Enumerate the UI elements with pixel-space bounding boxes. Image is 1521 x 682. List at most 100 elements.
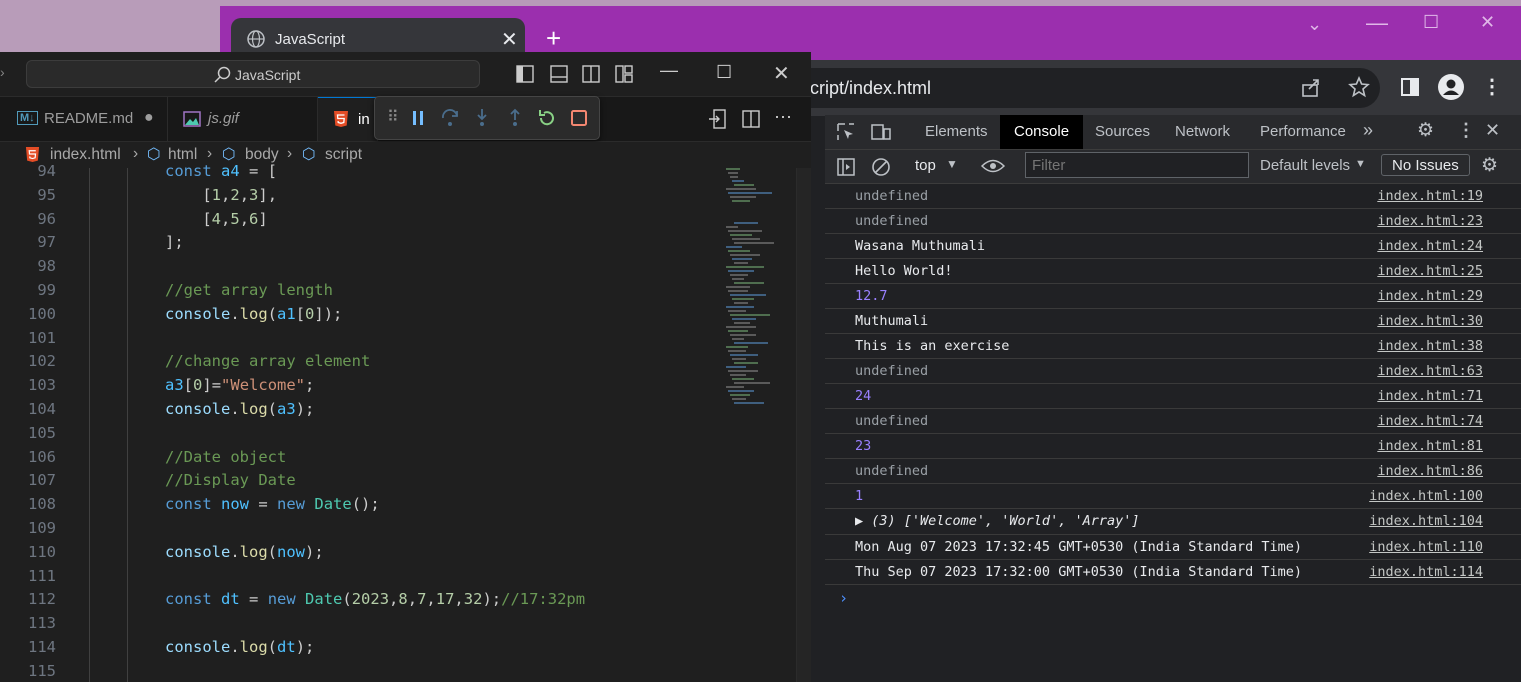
sidebar-toggle-icon[interactable] (837, 158, 855, 176)
minimap-line (730, 254, 760, 256)
open-preview-icon[interactable] (708, 109, 726, 129)
console-source-link[interactable]: index.html:114 (1369, 564, 1483, 580)
console-source-link[interactable]: index.html:74 (1377, 413, 1483, 429)
vscode-minimize-icon[interactable]: — (660, 60, 678, 81)
minimap-line (730, 334, 756, 336)
editor-scrollbar[interactable] (796, 168, 811, 682)
tab-index-html[interactable]: in (318, 97, 378, 141)
vscode-close-icon[interactable]: ✕ (773, 61, 790, 86)
console-filter-input[interactable] (1025, 152, 1249, 178)
console-source-link[interactable]: index.html:86 (1377, 463, 1483, 479)
console-source-link[interactable]: index.html:110 (1369, 539, 1483, 555)
code-editor[interactable]: 94 const a4 = [95 [1,2,3], 96 [4,5,6] 97]; 9… (0, 162, 811, 682)
profile-avatar-icon[interactable] (1437, 73, 1465, 101)
pause-icon[interactable] (411, 110, 425, 126)
line-number: 105 (28, 423, 56, 442)
split-editor-icon[interactable] (742, 110, 760, 128)
console-source-link[interactable]: index.html:25 (1377, 263, 1483, 279)
tab-console[interactable]: Console (1000, 115, 1084, 149)
console-message: undefined index.html:19 (825, 184, 1521, 209)
minimize-icon[interactable]: — (1366, 10, 1388, 36)
minimap[interactable] (726, 168, 796, 468)
new-tab-button[interactable]: + (546, 24, 561, 52)
tab-js-gif[interactable]: js.gif (168, 97, 318, 141)
console-message: Muthumali index.html:30 (825, 309, 1521, 334)
console-messages: undefined index.html:19 undefined index.htm… (825, 184, 1521, 609)
toggle-primary-sidebar-icon[interactable] (516, 65, 534, 83)
step-into-icon[interactable] (473, 108, 491, 128)
restart-icon[interactable] (537, 108, 557, 128)
minimap-line (734, 302, 748, 304)
command-center-text: JavaScript (235, 67, 301, 83)
console-prompt[interactable]: › (825, 585, 1521, 609)
line-number: 104 (28, 400, 56, 418)
minimap-line (726, 188, 756, 190)
devtools-more-icon[interactable]: ⋮ (1457, 120, 1475, 141)
unsaved-dot-icon[interactable]: ● (144, 109, 154, 127)
console-source-link[interactable]: index.html:81 (1377, 438, 1483, 454)
side-panel-icon[interactable] (1399, 76, 1421, 98)
tab-elements[interactable]: Elements (925, 123, 988, 140)
step-over-icon[interactable] (440, 108, 460, 128)
console-source-link[interactable]: index.html:38 (1377, 338, 1483, 354)
console-source-link[interactable]: index.html:23 (1377, 213, 1483, 229)
console-source-link[interactable]: index.html:29 (1377, 288, 1483, 304)
console-message[interactable]: ▶ (3) ['Welcome', 'World', 'Array'] index… (825, 509, 1521, 535)
close-tab-icon[interactable]: ✕ (501, 27, 518, 52)
nav-forward-icon[interactable]: › (0, 64, 5, 80)
code-line: 94 const a4 = [ (0, 162, 720, 186)
command-center[interactable]: JavaScript (26, 60, 480, 88)
context-selector[interactable]: top (915, 157, 936, 174)
code-text: [4,5,6] (165, 209, 268, 228)
console-source-link[interactable]: index.html:100 (1369, 488, 1483, 504)
console-source-link[interactable]: index.html:19 (1377, 188, 1483, 204)
minimap-line (732, 180, 744, 182)
line-number: 109 (28, 519, 56, 537)
bookmark-star-icon[interactable] (1348, 76, 1370, 98)
stop-icon[interactable] (570, 109, 588, 127)
clear-console-icon[interactable] (871, 157, 891, 177)
console-message: undefined index.html:74 (825, 409, 1521, 434)
drag-handle-icon[interactable]: ⠿ (387, 107, 399, 127)
log-levels-dropdown[interactable]: Default levels (1260, 157, 1350, 174)
console-message-text: Mon Aug 07 2023 17:32:45 GMT+0530 (India… (855, 539, 1303, 555)
minimap-line (726, 346, 748, 348)
more-tabs-icon[interactable]: » (1363, 120, 1373, 141)
console-settings-gear-icon[interactable]: ⚙ (1481, 154, 1498, 177)
vscode-maximize-icon[interactable]: ☐ (716, 62, 732, 83)
browser-tab-title: JavaScript (275, 31, 346, 48)
settings-gear-icon[interactable]: ⚙ (1417, 119, 1434, 142)
tab-network[interactable]: Network (1175, 123, 1230, 140)
device-toolbar-icon[interactable] (871, 123, 891, 141)
minimap-line (728, 310, 746, 312)
tab-sources[interactable]: Sources (1095, 123, 1150, 140)
editor-more-actions-icon[interactable]: ⋯ (774, 107, 792, 128)
more-menu-icon[interactable]: ⋮ (1482, 74, 1502, 99)
close-devtools-icon[interactable]: ✕ (1485, 120, 1500, 141)
customize-layout-icon[interactable] (615, 65, 633, 83)
console-source-link[interactable]: index.html:30 (1377, 313, 1483, 329)
console-source-link[interactable]: index.html:63 (1377, 363, 1483, 379)
live-expression-eye-icon[interactable] (981, 158, 1005, 174)
console-message: This is an exercise index.html:38 (825, 334, 1521, 359)
toggle-secondary-sidebar-icon[interactable] (582, 65, 600, 83)
tab-readme[interactable]: M↓ README.md ● (0, 97, 168, 141)
tab-performance[interactable]: Performance (1260, 123, 1346, 140)
share-icon[interactable] (1300, 76, 1322, 98)
console-message-text: 12.7 (855, 288, 888, 304)
console-source-link[interactable]: index.html:71 (1377, 388, 1483, 404)
context-dropdown-icon[interactable]: ▼ (946, 157, 958, 171)
toggle-panel-icon[interactable] (550, 65, 568, 83)
inspect-element-icon[interactable] (837, 123, 855, 141)
console-source-link[interactable]: index.html:104 (1369, 513, 1483, 529)
debug-toolbar: ⠿ (374, 96, 600, 140)
close-window-icon[interactable]: ✕ (1480, 12, 1495, 33)
code-line: 96 [4,5,6] (0, 210, 720, 234)
step-out-icon[interactable] (506, 108, 524, 128)
minimap-line (732, 378, 754, 380)
tab-search-icon[interactable]: ⌄ (1307, 14, 1322, 35)
maximize-icon[interactable]: ☐ (1423, 12, 1439, 33)
issues-button[interactable]: No Issues (1381, 154, 1470, 176)
search-icon (214, 66, 231, 83)
console-source-link[interactable]: index.html:24 (1377, 238, 1483, 254)
